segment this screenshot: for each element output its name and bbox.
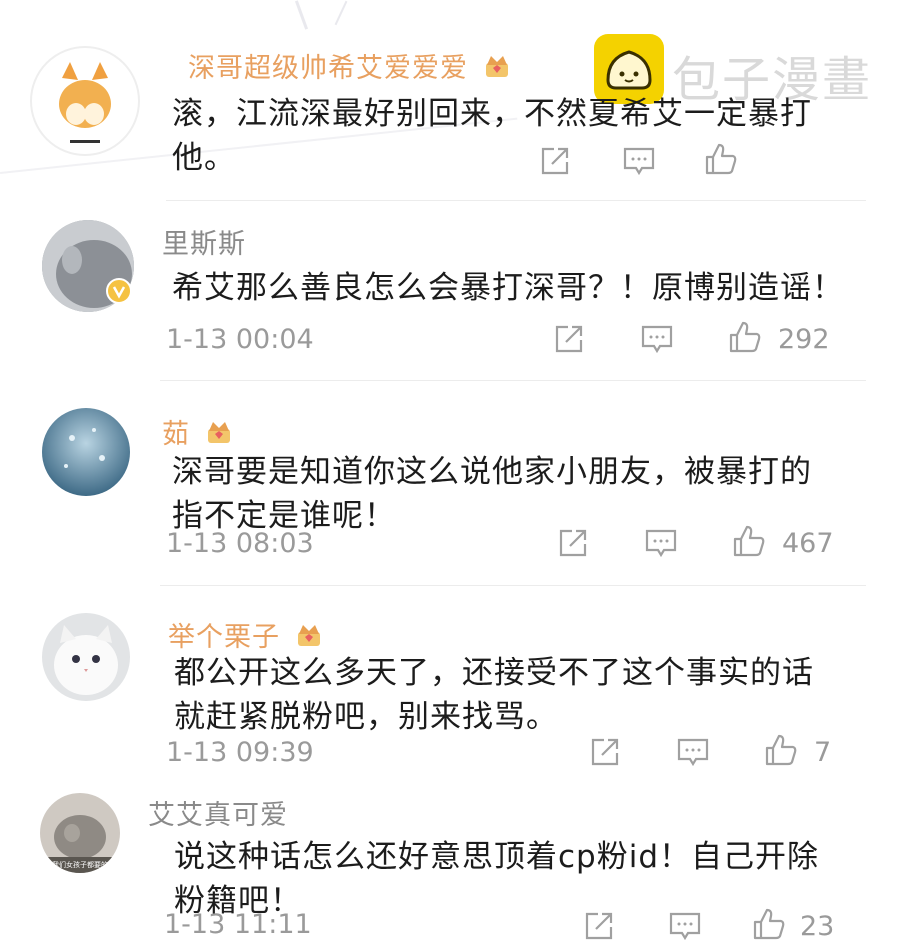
share-icon[interactable] xyxy=(552,322,586,356)
comment-line: 说这种话怎么还好意思顶着cp粉id！自己开除 xyxy=(174,839,820,875)
comment-item: 里斯斯 希艾那么善良怎么会暴打深哥？！原博别造谣！ 1-13 00:04 292 xyxy=(0,200,900,381)
comment-timestamp: 1-13 08:03 xyxy=(166,528,314,559)
water-avatar-icon xyxy=(42,408,130,496)
like-icon[interactable] xyxy=(704,142,738,176)
username-text: 里斯斯 xyxy=(162,229,246,260)
corgi-avatar-icon xyxy=(59,62,111,143)
comment-item: 茹 深哥要是知道你这么说他家小朋友，被暴打的 指不定是谁呢！ 1-13 08:0… xyxy=(0,380,900,586)
share-icon[interactable] xyxy=(556,526,590,560)
user-avatar[interactable] xyxy=(42,613,130,701)
comment-item: 举个栗子 都公开这么多天了，还接受不了这个事实的话 就赶紧脱粉吧，别来找骂。 1… xyxy=(0,585,900,785)
username[interactable]: 深哥超级帅希艾爱爱爱 xyxy=(188,46,512,85)
comment-text: 希艾那么善良怎么会暴打深哥？！原博别造谣！ xyxy=(172,266,844,310)
comment-timestamp: 1-13 09:39 xyxy=(166,737,314,768)
crown-badge-icon xyxy=(207,422,230,443)
like-icon[interactable] xyxy=(732,524,766,558)
crown-badge-icon xyxy=(485,56,508,77)
comment-icon[interactable] xyxy=(640,322,674,356)
comment-timestamp: 1-13 11:11 xyxy=(164,909,312,940)
like-icon[interactable] xyxy=(728,320,762,354)
comment-line: 滚，江流深最好别回来，不然夏希艾一定暴打 xyxy=(172,96,812,132)
like-count: 467 xyxy=(782,528,834,559)
like-icon[interactable] xyxy=(752,907,786,941)
like-count: 7 xyxy=(814,737,832,768)
comment-text: 都公开这么多天了，还接受不了这个事实的话 就赶紧脱粉吧，别来找骂。 xyxy=(174,651,814,739)
comment-icon[interactable] xyxy=(676,735,710,769)
comment-page: 包子漫畫 深哥超级帅希艾爱爱爱 滚，江流深最好别回来，不然夏希艾一定暴打 他。 … xyxy=(0,0,900,941)
verified-badge-icon xyxy=(106,278,132,304)
username-text: 举个栗子 xyxy=(168,622,280,653)
comment-line: 希艾那么善良怎么会暴打深哥？！原博别造谣！ xyxy=(172,270,844,306)
comment-line: 深哥要是知道你这么说他家小朋友，被暴打的 xyxy=(172,454,812,490)
svg-text:我们女孩子都要的: 我们女孩子都要的 xyxy=(52,860,108,869)
username-text: 茹 xyxy=(162,419,190,450)
username-text: 深哥超级帅希艾爱爱爱 xyxy=(188,53,468,84)
username[interactable]: 举个栗子 xyxy=(168,615,324,654)
crown-badge-icon xyxy=(297,625,320,646)
comment-line: 就赶紧脱粉吧，别来找骂。 xyxy=(174,699,558,735)
kitten-avatar-icon: 我们女孩子都要的 xyxy=(40,793,120,873)
share-icon[interactable] xyxy=(538,144,572,178)
comment-timestamp: 1-13 00:04 xyxy=(166,324,314,355)
username-text: 艾艾真可爱 xyxy=(148,800,288,831)
like-icon[interactable] xyxy=(764,733,798,767)
comment-line: 都公开这么多天了，还接受不了这个事实的话 xyxy=(174,655,814,691)
like-count: 292 xyxy=(778,324,830,355)
share-icon[interactable] xyxy=(588,735,622,769)
username[interactable]: 里斯斯 xyxy=(162,222,246,261)
user-avatar[interactable] xyxy=(42,220,134,312)
like-count: 23 xyxy=(800,911,835,941)
comment-text: 深哥要是知道你这么说他家小朋友，被暴打的 指不定是谁呢！ xyxy=(172,450,812,538)
comment-item: 深哥超级帅希艾爱爱爱 滚，江流深最好别回来，不然夏希艾一定暴打 他。 xyxy=(0,0,900,201)
user-avatar[interactable]: 我们女孩子都要的 xyxy=(40,793,120,873)
comment-item: 我们女孩子都要的 艾艾真可爱 说这种话怎么还好意思顶着cp粉id！自己开除 粉籍… xyxy=(0,785,900,941)
comment-icon[interactable] xyxy=(668,909,702,941)
white-cat-avatar-icon xyxy=(42,613,130,701)
username[interactable]: 茹 xyxy=(162,412,234,451)
user-avatar[interactable] xyxy=(30,46,140,156)
user-avatar[interactable] xyxy=(42,408,130,496)
comment-icon[interactable] xyxy=(644,526,678,560)
username[interactable]: 艾艾真可爱 xyxy=(148,793,288,832)
comment-icon[interactable] xyxy=(622,144,656,178)
share-icon[interactable] xyxy=(582,909,616,941)
